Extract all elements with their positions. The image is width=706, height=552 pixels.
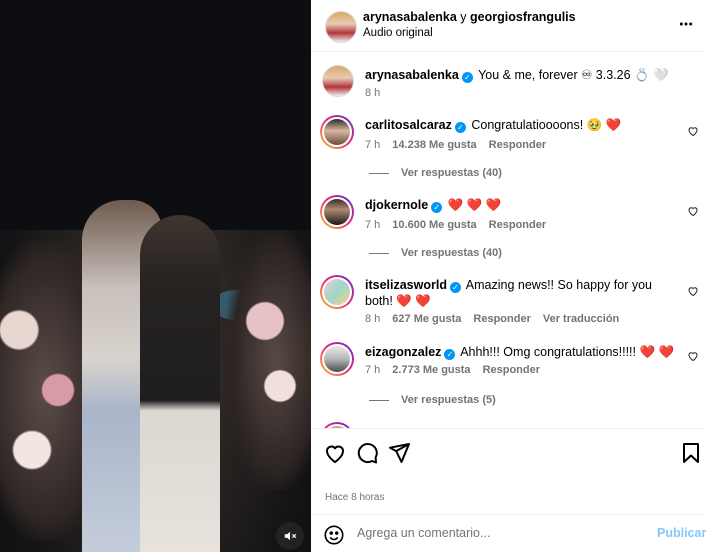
emoji-icon[interactable]	[323, 524, 345, 546]
heart-icon[interactable]	[687, 205, 699, 217]
header-user2[interactable]: georgiosfrangulis	[470, 10, 576, 24]
reply-button[interactable]: Responder	[483, 364, 540, 376]
heart-icon[interactable]	[687, 125, 699, 137]
comment-text: ❤️ ❤️ ❤️	[447, 198, 502, 212]
comment-meta: 7 h 10.600 Me gusta Responder	[365, 219, 558, 231]
comment-text: Ahhh!!! Omg congratulations!!!!! ❤️ ❤️	[460, 345, 675, 359]
reply-button[interactable]: Responder	[489, 139, 546, 151]
header-title: arynasabalenka y georgiosfrangulis	[363, 10, 576, 24]
comment-meta: 7 h 2.773 Me gusta Responder	[365, 364, 552, 376]
header-user1[interactable]: arynasabalenka	[363, 10, 457, 24]
heart-icon[interactable]	[687, 285, 699, 297]
heart-icon[interactable]	[323, 441, 347, 465]
caption-time: 8 h	[365, 87, 381, 99]
comment-likes[interactable]: 627 Me gusta	[392, 313, 461, 325]
caption-text: You & me, forever ♾ 3.3.26 💍 🤍	[478, 68, 669, 82]
verified-icon: ✓	[449, 282, 461, 293]
comment-username[interactable]: itselizasworld	[365, 278, 447, 292]
comments-list[interactable]: arynasabalenka ✓ You & me, forever ♾ 3.3.…	[311, 53, 706, 428]
comment-input[interactable]	[357, 526, 637, 540]
verified-icon: ✓	[454, 122, 466, 133]
avatar[interactable]	[320, 342, 354, 376]
comment-time: 7 h	[365, 219, 381, 231]
send-icon[interactable]	[387, 441, 411, 465]
caption-meta: 8 h	[365, 87, 392, 99]
speaker-muted-icon	[284, 531, 297, 541]
avatar[interactable]	[320, 115, 354, 149]
comment-likes[interactable]: 2.773 Me gusta	[392, 364, 470, 376]
comment-icon[interactable]	[355, 441, 379, 465]
post-header: arynasabalenka y georgiosfrangulis Audio…	[311, 0, 706, 52]
reply-button[interactable]: Responder	[489, 219, 546, 231]
bookmark-icon[interactable]	[679, 441, 703, 465]
view-replies-button[interactable]: Ver respuestas (40)	[369, 167, 502, 179]
caption-username[interactable]: arynasabalenka	[365, 68, 459, 82]
video-background	[0, 0, 311, 230]
post-actions	[311, 428, 706, 478]
avatar[interactable]	[320, 195, 354, 229]
verified-icon: ✓	[431, 202, 443, 213]
view-replies-button[interactable]: Ver respuestas (40)	[369, 247, 502, 259]
post-timestamp[interactable]: Hace 8 horas	[325, 492, 384, 503]
comment-time: 8 h	[365, 313, 381, 325]
view-replies-button[interactable]: Ver respuestas (5)	[369, 394, 496, 406]
person-right	[140, 215, 220, 552]
flowers-right	[225, 230, 311, 490]
post-panel: arynasabalenka y georgiosfrangulis Audio…	[311, 0, 706, 552]
verified-icon: ✓	[444, 349, 456, 360]
add-comment-bar: Publicar	[311, 514, 706, 552]
comment-username[interactable]: carlitosalcaraz	[365, 118, 452, 132]
comment-username[interactable]: djokernole	[365, 198, 428, 212]
avatar[interactable]	[325, 11, 357, 43]
verified-icon: ✓	[461, 72, 473, 83]
more-options-icon[interactable]	[679, 16, 693, 34]
comment-text: Congratulatioooons! 🥹 ❤️	[471, 118, 622, 132]
comment-meta: 7 h 14.238 Me gusta Responder	[365, 139, 558, 151]
reply-button[interactable]: Responder	[473, 313, 530, 325]
mute-button[interactable]	[276, 522, 304, 550]
comment-username[interactable]: eizagonzalez	[365, 345, 441, 359]
translate-button[interactable]: Ver traducción	[543, 313, 619, 325]
post-video[interactable]	[0, 0, 311, 552]
avatar[interactable]	[320, 275, 354, 309]
header-joiner: y	[460, 10, 467, 24]
publish-button[interactable]: Publicar	[657, 526, 706, 540]
avatar[interactable]	[322, 65, 354, 97]
comment-time: 7 h	[365, 364, 381, 376]
audio-label[interactable]: Audio original	[363, 27, 433, 39]
comment-likes[interactable]: 14.238 Me gusta	[392, 139, 476, 151]
comment-time: 7 h	[365, 139, 381, 151]
comment-meta: 8 h 627 Me gusta Responder Ver traducción	[365, 313, 631, 325]
comment-likes[interactable]: 10.600 Me gusta	[392, 219, 476, 231]
heart-icon[interactable]	[687, 350, 699, 362]
